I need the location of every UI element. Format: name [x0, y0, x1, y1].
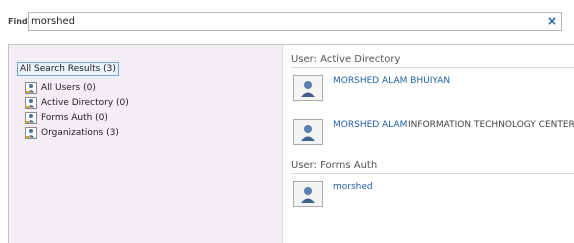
users-icon: [25, 82, 37, 94]
section-divider: [291, 67, 574, 68]
avatar: [293, 181, 323, 207]
tree-item-label: Forms Auth (0): [41, 113, 108, 123]
result-name-link[interactable]: MORSHED ALAM BHUIYAN: [333, 76, 450, 86]
avatar: [293, 119, 323, 145]
find-input[interactable]: [31, 14, 541, 29]
tree-item-all-users[interactable]: All Users (0): [25, 81, 96, 95]
tree-item-organizations[interactable]: Organizations (3): [25, 126, 119, 140]
section-header-active-directory: User: Active Directory: [291, 54, 401, 65]
users-icon: [25, 97, 37, 109]
tree-item-label: Organizations (3): [41, 128, 119, 138]
avatar: [293, 75, 323, 101]
tree-item-forms-auth[interactable]: Forms Auth (0): [25, 111, 108, 125]
result-name-link[interactable]: morshed: [333, 182, 373, 192]
left-pane: All Search Results (3) All Users (0) Act…: [9, 45, 283, 243]
users-icon: [25, 127, 37, 139]
tree-item-label: Active Directory (0): [41, 98, 129, 108]
result-name-link[interactable]: MORSHED ALAM: [333, 120, 407, 130]
find-input-container[interactable]: ×: [28, 12, 562, 31]
section-divider: [291, 173, 574, 174]
find-bar: Find ×: [0, 0, 574, 44]
user-avatar-icon: [294, 182, 322, 206]
tree-item-label: All Users (0): [41, 83, 96, 93]
clear-icon[interactable]: ×: [547, 13, 557, 29]
results-frame: All Search Results (3) All Users (0) Act…: [8, 44, 574, 243]
user-avatar-icon: [294, 76, 322, 100]
tree-item-all-search-results[interactable]: All Search Results (3): [17, 62, 119, 76]
tree-item-active-directory[interactable]: Active Directory (0): [25, 96, 129, 110]
users-icon: [25, 112, 37, 124]
user-avatar-icon: [294, 120, 322, 144]
section-header-forms-auth: User: Forms Auth: [291, 160, 378, 171]
result-department: INFORMATION TECHNOLOGY CENTER: [408, 120, 574, 130]
right-pane: User: Active Directory MORSHED ALAM BHUI…: [283, 45, 574, 243]
find-label: Find: [8, 17, 28, 26]
